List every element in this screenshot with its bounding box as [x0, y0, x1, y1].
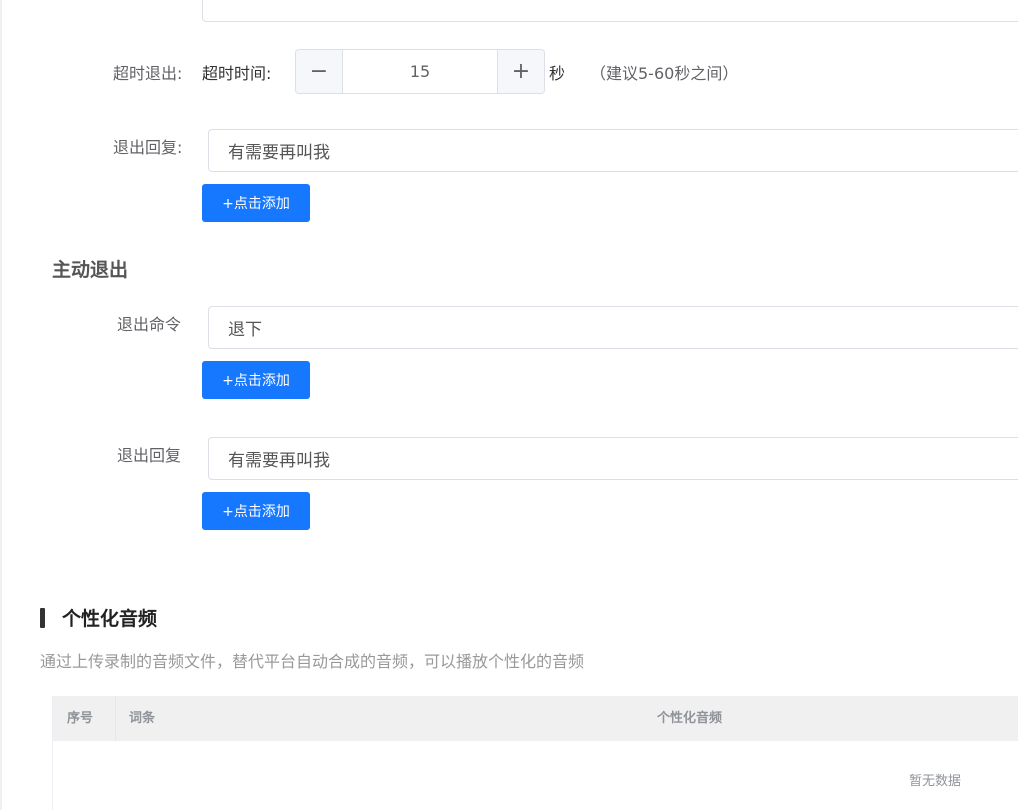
- timeout-value-input[interactable]: 15: [343, 50, 497, 93]
- partial-text-input[interactable]: [202, 0, 1018, 22]
- custom-audio-table: 序号 词条 个性化音频 暂无数据: [52, 696, 1018, 810]
- column-header-index: 序号: [67, 711, 94, 726]
- custom-audio-description: 通过上传录制的音频文件，替代平台自动合成的音频，可以播放个性化的音频: [40, 652, 585, 671]
- exit-reply-add-button[interactable]: +点击添加: [202, 492, 310, 530]
- increment-button[interactable]: +: [497, 50, 544, 93]
- timeout-reply-add-button[interactable]: +点击添加: [202, 184, 310, 222]
- page: 超时退出: 超时时间: − 15 + 秒 （建议5-60秒之间） 退出回复: 有…: [0, 0, 1018, 810]
- custom-audio-heading: 个性化音频: [40, 604, 157, 631]
- column-header-entry: 词条: [129, 711, 156, 726]
- column-header-custom-audio: 个性化音频: [657, 711, 723, 726]
- plus-icon: +: [511, 59, 531, 84]
- minus-icon: −: [309, 59, 329, 84]
- heading-accent-bar: [40, 607, 45, 628]
- exit-reply-label: 退出回复: [117, 446, 182, 465]
- column-divider: [115, 696, 116, 741]
- timeout-exit-label: 超时退出:: [113, 64, 183, 83]
- timeout-time-label: 超时时间:: [202, 64, 272, 83]
- exit-command-add-button[interactable]: +点击添加: [202, 361, 310, 399]
- active-exit-title: 主动退出: [52, 259, 129, 281]
- timeout-stepper[interactable]: − 15 +: [295, 49, 545, 94]
- exit-command-input[interactable]: 退下: [208, 306, 1018, 349]
- empty-state-text: 暂无数据: [909, 774, 962, 789]
- custom-audio-title: 个性化音频: [62, 608, 158, 630]
- left-divider: [0, 0, 2, 810]
- timeout-hint: （建议5-60秒之间）: [590, 64, 739, 83]
- exit-reply-input[interactable]: 有需要再叫我: [208, 437, 1018, 480]
- table-header: 序号 词条 个性化音频: [53, 696, 1018, 741]
- decrement-button[interactable]: −: [296, 50, 343, 93]
- timeout-reply-input[interactable]: 有需要再叫我: [208, 129, 1018, 172]
- timeout-reply-label: 退出回复:: [113, 138, 183, 157]
- exit-command-label: 退出命令: [117, 315, 182, 334]
- timeout-unit: 秒: [549, 64, 566, 83]
